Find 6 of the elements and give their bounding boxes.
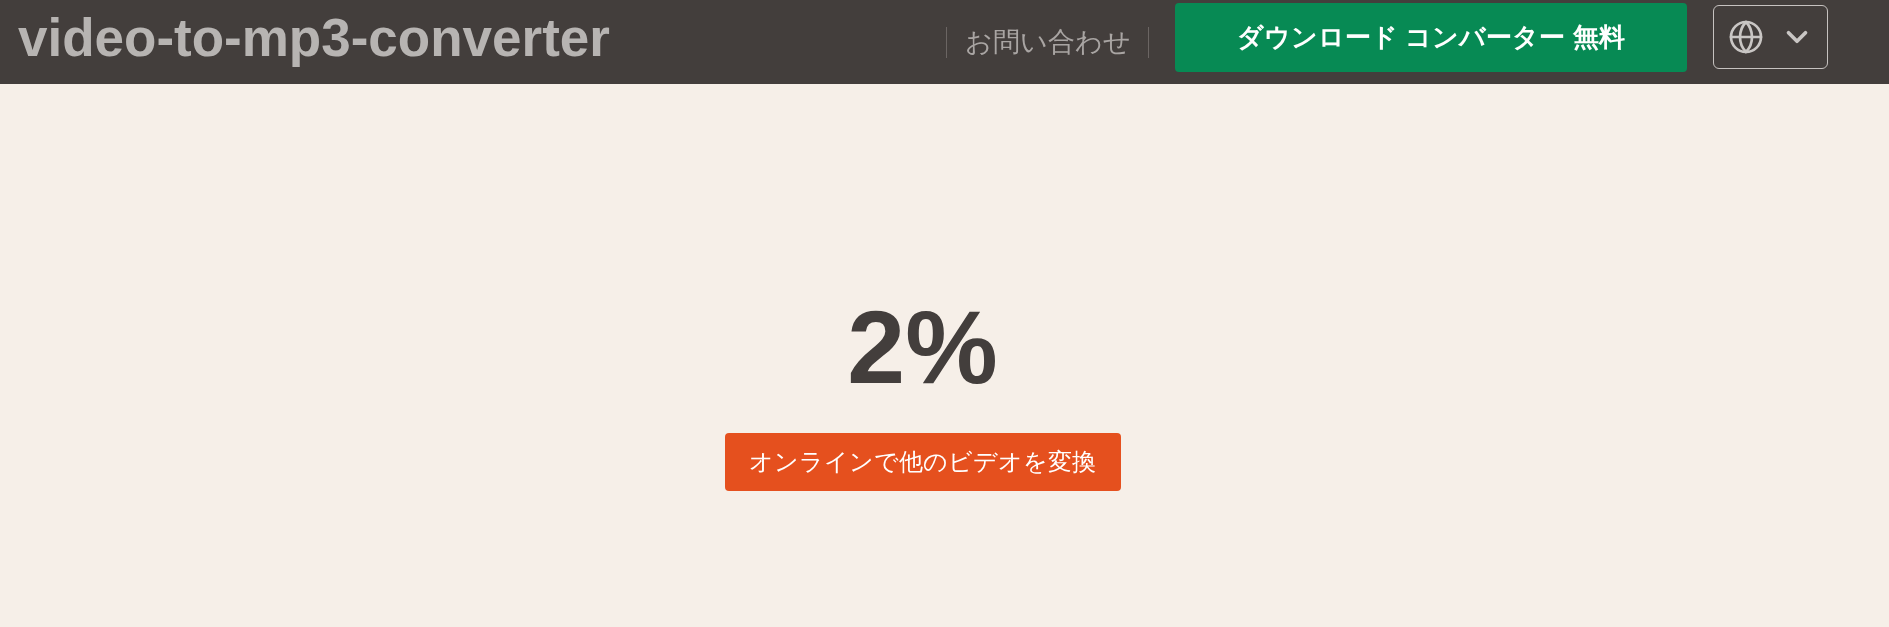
progress-percent: 2% [847,295,998,399]
language-button[interactable] [1713,5,1828,69]
convert-button[interactable]: オンラインで他のビデオを変換 [724,433,1121,491]
download-button[interactable]: ダウンロード コンバーター 無料 [1175,2,1687,72]
globe-icon [1727,19,1764,55]
contact-link[interactable]: お問い合わせ [965,25,1131,59]
